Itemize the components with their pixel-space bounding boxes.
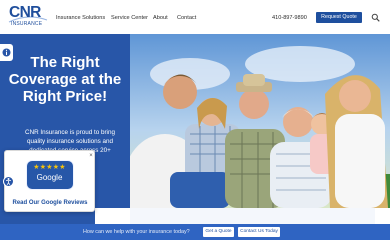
nav-label: Contact <box>177 15 197 21</box>
nav-service-center[interactable]: Service Center <box>111 13 148 23</box>
phone-number-link[interactable]: 410-897-9890 <box>272 13 307 23</box>
help-bar: How can we help with your insurance toda… <box>0 224 390 240</box>
content-strip-shade <box>130 208 375 224</box>
person-icon <box>6 178 11 186</box>
family-photo <box>130 34 390 208</box>
google-reviews-widget[interactable]: × ★★★★★ Google Read Our Google Reviews <box>4 150 95 212</box>
logo-subtitle: INSURANCE <box>11 21 43 27</box>
close-icon[interactable]: × <box>88 153 94 159</box>
accessibility-icon[interactable] <box>3 176 14 187</box>
cnr-logo[interactable]: CNR INSURANCE <box>8 4 48 29</box>
google-logo: Google <box>36 173 63 182</box>
nav-about[interactable]: About <box>153 13 168 23</box>
nav-label: Service Center <box>111 15 148 21</box>
hero-heading: The Right Coverage at the Right Price! <box>8 54 122 105</box>
google-badge[interactable]: ★★★★★ Google <box>26 160 74 190</box>
get-quote-button[interactable]: Get a Quote <box>203 227 234 237</box>
nav-label: Insurance Solutions <box>56 15 106 21</box>
site-header: CNR INSURANCE Insurance Solutions Servic… <box>0 0 390 34</box>
nav-insurance-solutions[interactable]: Insurance Solutions <box>56 13 105 23</box>
nav-contact[interactable]: Contact <box>177 13 196 23</box>
search-icon[interactable] <box>371 13 380 22</box>
family-photo-image <box>130 34 390 208</box>
nav-label: About <box>153 15 168 21</box>
request-quote-button[interactable]: Request Quote <box>316 12 362 23</box>
logo-wordmark: CNR <box>9 4 41 21</box>
google-reviews-link[interactable]: Read Our Google Reviews <box>9 199 91 207</box>
contact-us-button[interactable]: Contact Us Today <box>238 227 280 237</box>
star-rating: ★★★★★ <box>33 164 66 171</box>
help-prompt: How can we help with your insurance toda… <box>83 229 190 235</box>
